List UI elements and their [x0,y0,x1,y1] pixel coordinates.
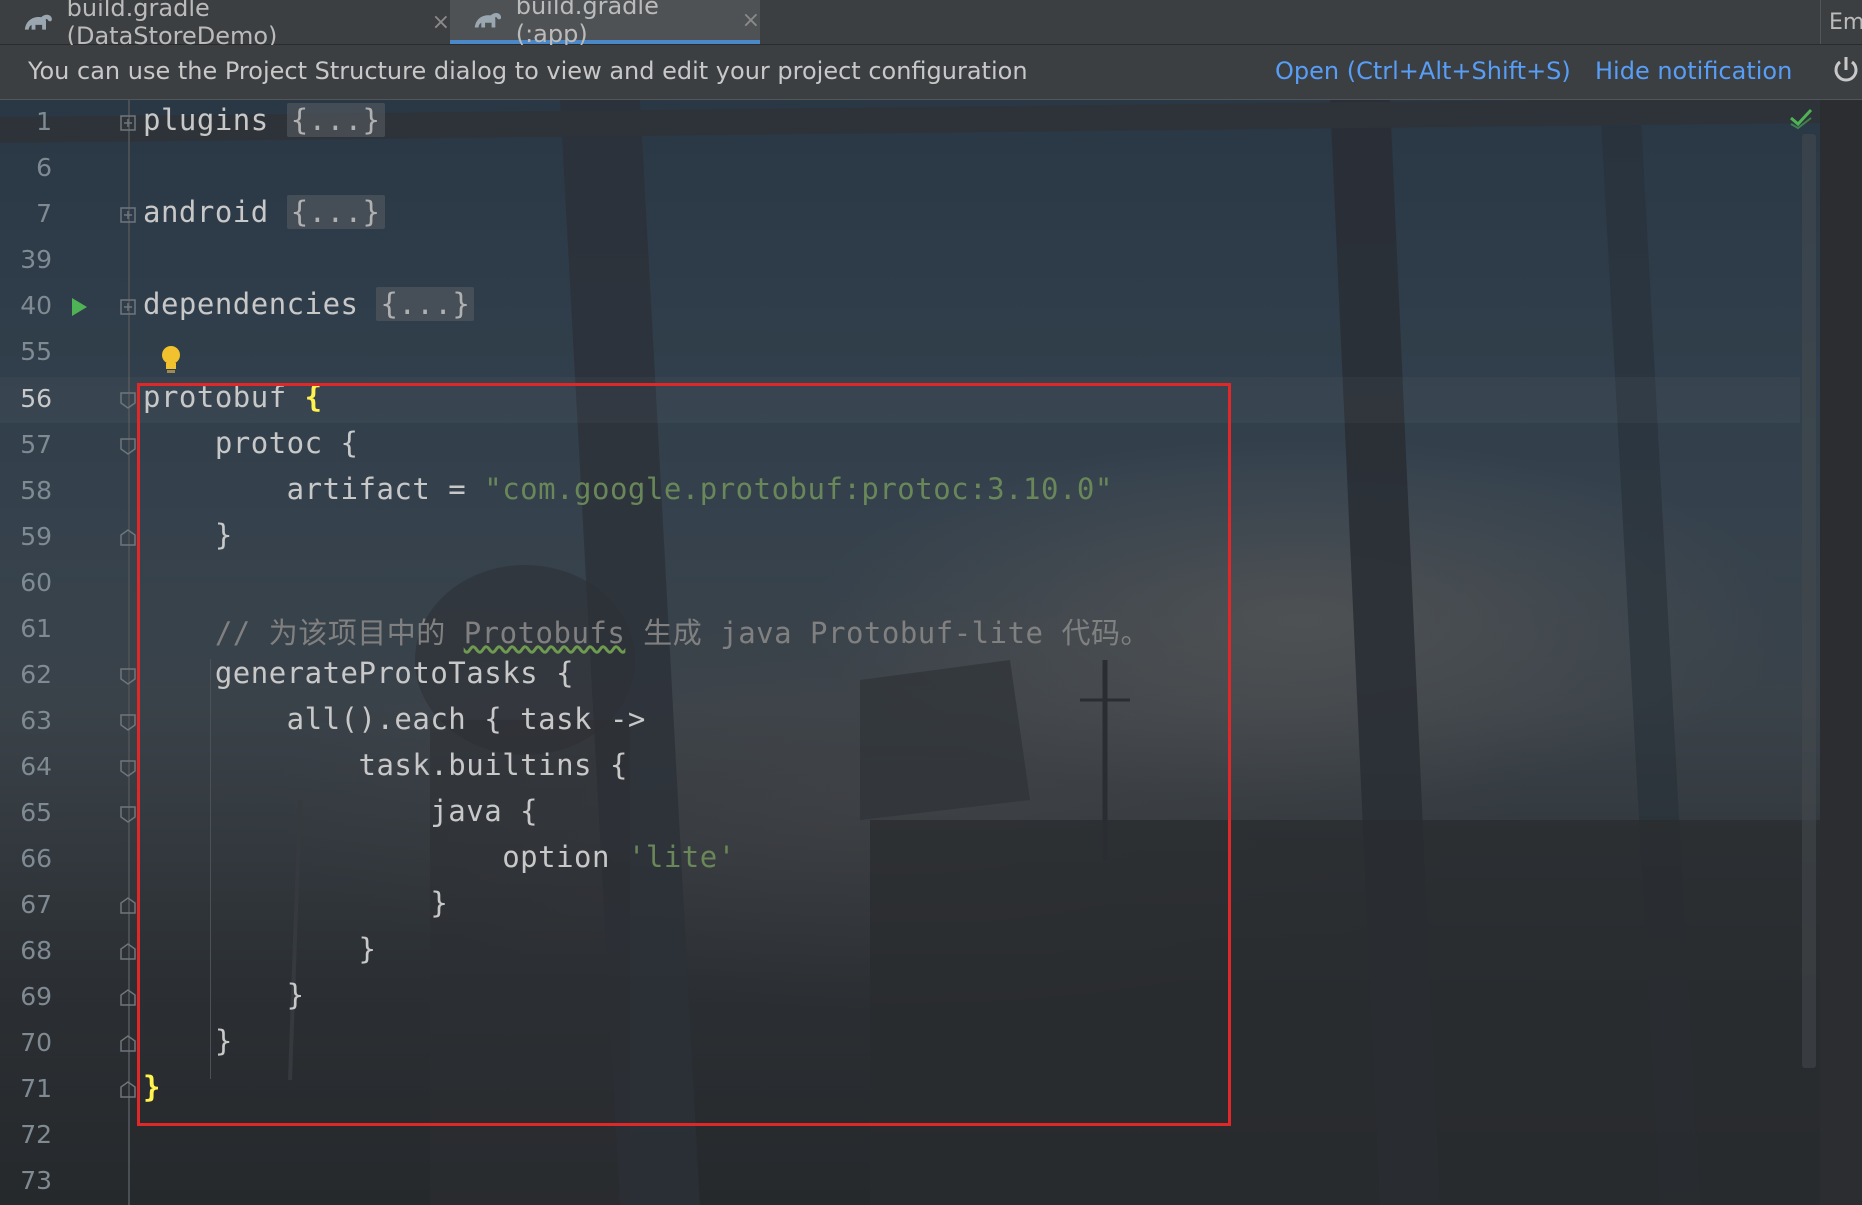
fold-end-icon[interactable] [118,1079,138,1101]
code-editor[interactable]: 1 plugins {...} 6 7 android {...} 39 40 … [0,100,1820,1205]
folded-block[interactable]: {...} [376,287,475,321]
tab-overflow-label: Em [1829,9,1862,35]
fold-expand-icon[interactable] [118,296,138,318]
line-number: 61 [20,614,52,643]
folded-block[interactable]: {...} [286,195,385,229]
keyword: dependencies [143,287,359,321]
code-line: 73 [0,1159,1800,1205]
fold-end-icon[interactable] [118,941,138,963]
line-number: 6 [36,153,52,182]
line-number: 57 [20,430,52,459]
open-project-structure-link[interactable]: Open (Ctrl+Alt+Shift+S) [1275,57,1571,85]
line-number: 66 [20,844,52,873]
fold-collapse-icon[interactable] [118,711,138,733]
line-number: 65 [20,798,52,827]
vertical-scrollbar[interactable] [1802,134,1816,1068]
fold-expand-icon[interactable] [118,204,138,226]
project-structure-notification: You can use the Project Structure dialog… [0,45,1862,100]
lightbulb-icon[interactable] [160,344,182,376]
fold-collapse-icon[interactable] [118,757,138,779]
hide-notification-link[interactable]: Hide notification [1595,57,1792,85]
gradle-icon [474,12,502,28]
code-line: 1 plugins {...} [0,100,1800,146]
tab-overflow[interactable]: Em [1820,0,1862,44]
line-number: 56 [20,384,52,413]
power-icon[interactable] [1830,53,1862,87]
folded-block[interactable]: {...} [286,103,385,137]
close-icon[interactable]: × [742,8,760,33]
keyword: plugins [143,103,269,137]
code-line: 39 [0,238,1800,284]
line-number: 40 [20,291,52,320]
fold-collapse-icon[interactable] [118,665,138,687]
fold-end-icon[interactable] [118,895,138,917]
tab-build-gradle-app[interactable]: build.gradle (:app) × [450,0,760,48]
fold-end-icon[interactable] [118,527,138,549]
code-line: 40 dependencies {...} [0,284,1800,330]
gradle-icon [24,14,52,30]
code-line: 55 [0,330,1800,376]
line-number: 72 [20,1120,52,1149]
code-text: dependencies {...} [143,287,475,321]
code-line: 7 android {...} [0,192,1800,238]
fold-end-icon[interactable] [118,1033,138,1055]
line-number: 62 [20,660,52,689]
line-number: 7 [36,199,52,228]
editor-tab-bar: build.gradle (DataStoreDemo) × build.gra… [0,0,1862,50]
annotation-highlight-box [137,383,1231,1126]
line-number: 60 [20,568,52,597]
line-number: 55 [20,337,52,366]
line-number: 68 [20,936,52,965]
keyword: android [143,195,269,229]
line-number: 59 [20,522,52,551]
fold-collapse-icon[interactable] [118,803,138,825]
tab-build-gradle-project[interactable]: build.gradle (DataStoreDemo) × [0,0,450,50]
close-icon[interactable]: × [432,10,450,35]
run-icon[interactable] [70,296,88,318]
line-number: 58 [20,476,52,505]
line-number: 70 [20,1028,52,1057]
tab-label: build.gradle (DataStoreDemo) [66,0,278,50]
line-number: 64 [20,752,52,781]
code-text: plugins {...} [143,103,385,137]
line-number: 67 [20,890,52,919]
line-number: 39 [20,245,52,274]
line-number: 69 [20,982,52,1011]
line-number: 71 [20,1074,52,1103]
tab-label: build.gradle (:app) [515,0,659,48]
fold-end-icon[interactable] [118,987,138,1009]
fold-collapse-icon[interactable] [118,389,138,411]
code-line: 6 [0,146,1800,192]
line-number: 1 [36,107,52,136]
code-text: android {...} [143,195,385,229]
fold-collapse-icon[interactable] [118,435,138,457]
notification-message: You can use the Project Structure dialog… [28,57,1028,85]
line-number: 73 [20,1166,52,1195]
fold-expand-icon[interactable] [118,112,138,134]
line-number: 63 [20,706,52,735]
